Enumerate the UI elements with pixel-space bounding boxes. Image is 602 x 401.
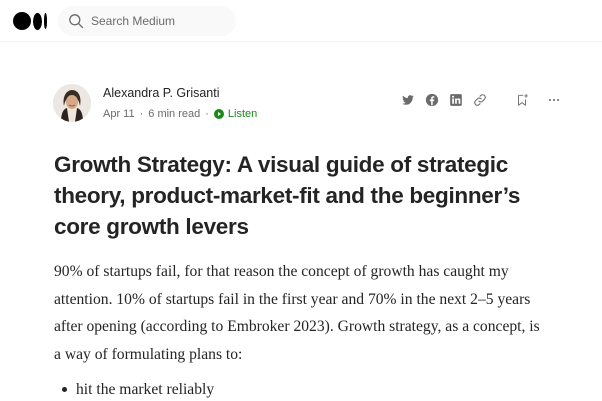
more-icon[interactable] xyxy=(547,93,561,107)
search-box[interactable] xyxy=(58,6,236,36)
search-icon xyxy=(68,13,84,29)
listen-label: Listen xyxy=(227,108,258,120)
medium-logo-icon[interactable] xyxy=(13,12,47,30)
linkedin-icon[interactable] xyxy=(449,93,463,107)
search-input[interactable] xyxy=(91,6,231,36)
listen-button[interactable]: Listen xyxy=(213,108,258,120)
facebook-icon[interactable] xyxy=(425,93,439,107)
link-icon[interactable] xyxy=(473,93,487,107)
article-title: Growth Strategy: A visual guide of strat… xyxy=(54,149,554,242)
paragraph-line: 90% of startups fail, for that reason th… xyxy=(54,263,509,280)
play-icon xyxy=(213,109,224,119)
paragraph-line: attention. 10% of startups fail in the f… xyxy=(54,290,531,308)
title-line: Growth Strategy: A visual guide of strat… xyxy=(54,152,508,177)
twitter-icon[interactable] xyxy=(401,93,415,107)
paragraph-line: after opening (according to Embroker 202… xyxy=(54,318,540,335)
publish-date: Apr 11 xyxy=(103,108,135,120)
title-line: core growth levers xyxy=(54,214,249,239)
bullet-icon xyxy=(62,387,67,392)
list-item-text: hit the market reliably xyxy=(76,381,215,398)
article-meta: Apr 11 · 6 min read · Listen xyxy=(103,108,257,120)
author-avatar[interactable] xyxy=(53,84,91,122)
meta-separator: · xyxy=(205,108,209,120)
meta-separator: · xyxy=(139,108,144,120)
list-item: hit the market reliably xyxy=(62,376,214,401)
bookmark-add-icon[interactable] xyxy=(515,93,529,107)
top-bar xyxy=(0,0,602,42)
article-paragraph: 90% of startups fail, for that reason th… xyxy=(54,258,549,368)
author-name[interactable]: Alexandra P. Grisanti xyxy=(103,86,220,100)
title-line: theory, product-market-fit and the begin… xyxy=(54,183,521,208)
read-time: 6 min read xyxy=(148,108,201,120)
paragraph-line: a way of formulating plans to: xyxy=(54,345,243,363)
